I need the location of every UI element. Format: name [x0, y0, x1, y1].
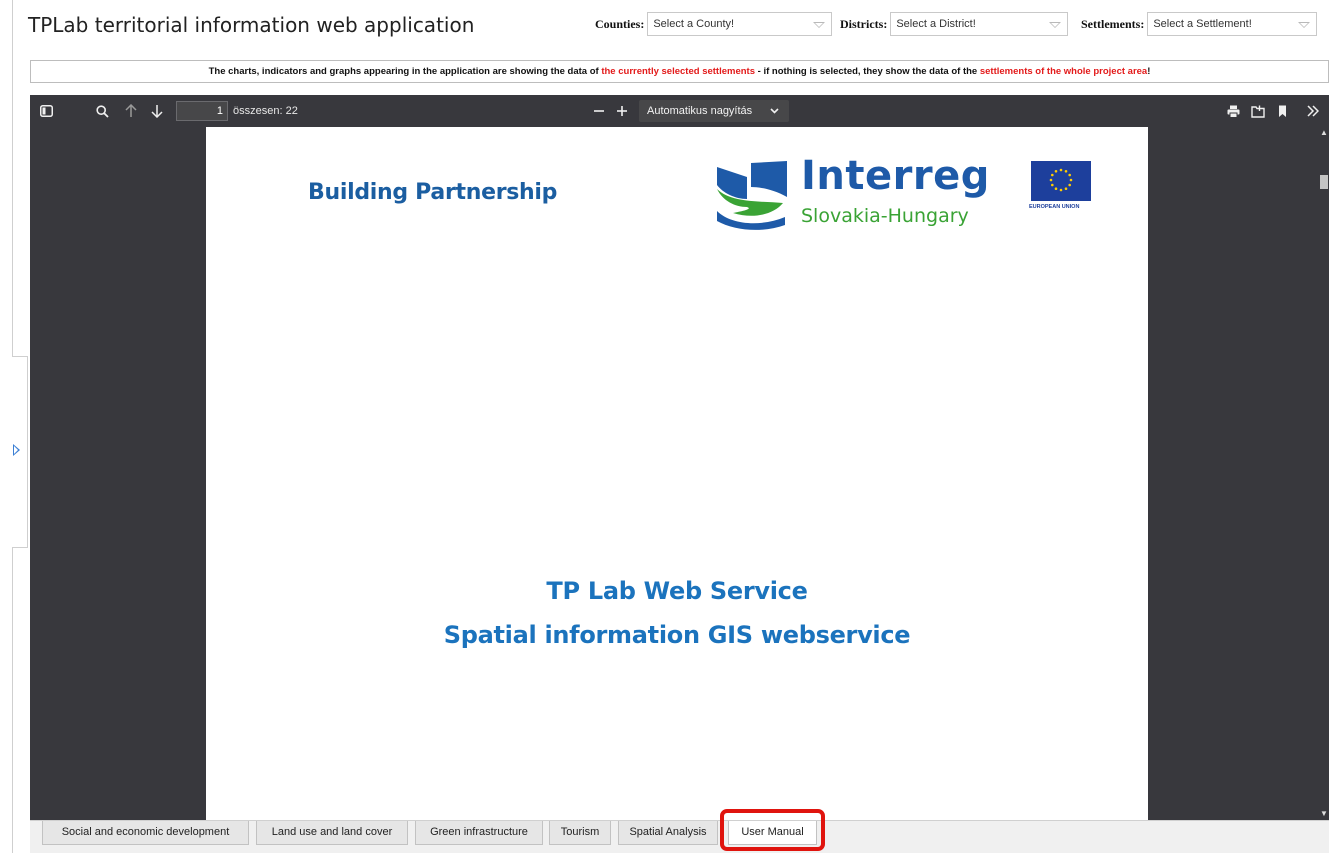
zoom-select[interactable]: Automatikus nagyítás: [639, 100, 789, 122]
chevron-down-icon: [1049, 22, 1062, 28]
chevron-down-icon: [1298, 22, 1311, 28]
doc-title-line-2: Spatial information GIS webservice: [443, 621, 911, 649]
notice-text-2: - if nothing is selected, they show the …: [755, 66, 980, 77]
data-notice: The charts, indicators and graphs appear…: [30, 60, 1329, 83]
districts-filter: Districts: Select a District!: [840, 11, 1069, 37]
minus-icon: [594, 110, 604, 112]
interreg-logo: Interreg Slovakia-Hungary EUROPEAN UNION: [713, 153, 1103, 239]
districts-label: Districts:: [840, 16, 888, 31]
previous-page-button[interactable]: [122, 95, 140, 127]
counties-select[interactable]: Select a County!: [647, 12, 833, 36]
page-total: összesen: 22: [233, 105, 298, 117]
bookmark-icon: [1278, 105, 1286, 117]
settlements-select-value: Select a Settlement!: [1153, 18, 1252, 30]
eu-stars-icon: [1049, 168, 1073, 192]
tab-land-use[interactable]: Land use and land cover: [256, 821, 408, 845]
eu-flag-icon: [1031, 161, 1091, 201]
counties-label: Counties:: [595, 16, 645, 31]
scroll-up-icon[interactable]: ▲: [1319, 127, 1329, 139]
tab-green-infrastructure[interactable]: Green infrastructure: [415, 821, 543, 845]
tab-tourism[interactable]: Tourism: [549, 821, 611, 845]
expand-arrow-icon: [13, 444, 20, 456]
print-button[interactable]: [1223, 95, 1243, 127]
scroll-down-icon[interactable]: ▼: [1319, 808, 1329, 820]
search-icon: [95, 104, 109, 118]
save-button[interactable]: [1248, 95, 1268, 127]
arrow-down-icon: [151, 105, 163, 118]
pdf-page: Building Partnership Interreg Slovakia-H…: [206, 127, 1148, 820]
tab-social-economic-development[interactable]: Social and economic development: [42, 821, 249, 845]
notice-text-3: !: [1147, 66, 1151, 77]
doc-heading: Building Partnership: [308, 180, 558, 205]
settlements-label: Settlements:: [1081, 16, 1145, 31]
logo-wordmark: Interreg: [801, 153, 990, 199]
zoom-in-button[interactable]: [613, 95, 631, 127]
arrow-up-icon: [125, 104, 137, 117]
chevron-down-icon: [770, 100, 779, 130]
districts-select[interactable]: Select a District!: [890, 12, 1069, 36]
tab-bar: Social and economic development Land use…: [30, 809, 1329, 853]
printer-icon: [1227, 105, 1239, 118]
logo-subtitle: Slovakia-Hungary: [801, 205, 969, 227]
doc-title-line-1: TP Lab Web Service: [546, 577, 808, 605]
app-title: TPLab territorial information web applic…: [28, 13, 475, 37]
districts-select-value: Select a District!: [896, 18, 976, 30]
pdf-toolbar: 1 összesen: 22 Automatikus nagyítás: [30, 95, 1329, 127]
notice-highlight-project-area: settlements of the whole project area: [979, 66, 1148, 77]
next-page-button[interactable]: [148, 95, 166, 127]
double-chevron-right-icon: [1307, 105, 1319, 117]
sidebar-toggle-button[interactable]: [36, 95, 56, 127]
user-manual-highlight: [720, 809, 825, 851]
settlements-filter: Settlements: Select a Settlement!: [1081, 11, 1318, 37]
find-button[interactable]: [92, 95, 112, 127]
counties-filter: Counties: Select a County!: [595, 11, 833, 37]
scrollbar-thumb[interactable]: [1320, 175, 1328, 189]
tools-menu-button[interactable]: [1304, 95, 1322, 127]
bookmark-button[interactable]: [1273, 95, 1291, 127]
counties-select-value: Select a County!: [653, 18, 735, 30]
download-icon: [1251, 105, 1265, 118]
side-panel-toggle[interactable]: [12, 356, 28, 548]
tab-spatial-analysis[interactable]: Spatial Analysis: [618, 821, 718, 845]
page-number-input[interactable]: 1: [176, 101, 228, 121]
interreg-emblem-icon: [717, 161, 787, 230]
settlements-select[interactable]: Select a Settlement!: [1147, 12, 1318, 36]
notice-highlight-selected: the currently selected settlements: [601, 66, 755, 77]
plus-icon: [617, 106, 627, 116]
eu-label: EUROPEAN UNION: [1029, 204, 1080, 210]
notice-text-1: The charts, indicators and graphs appear…: [208, 66, 602, 77]
vertical-scrollbar[interactable]: ▲ ▼: [1319, 127, 1329, 820]
zoom-out-button[interactable]: [590, 95, 608, 127]
zoom-select-value: Automatikus nagyítás: [647, 105, 753, 117]
sidebar-toggle-icon: [39, 105, 53, 117]
chevron-down-icon: [813, 22, 826, 28]
pdf-viewer: 1 összesen: 22 Automatikus nagyítás Buil…: [30, 95, 1329, 820]
